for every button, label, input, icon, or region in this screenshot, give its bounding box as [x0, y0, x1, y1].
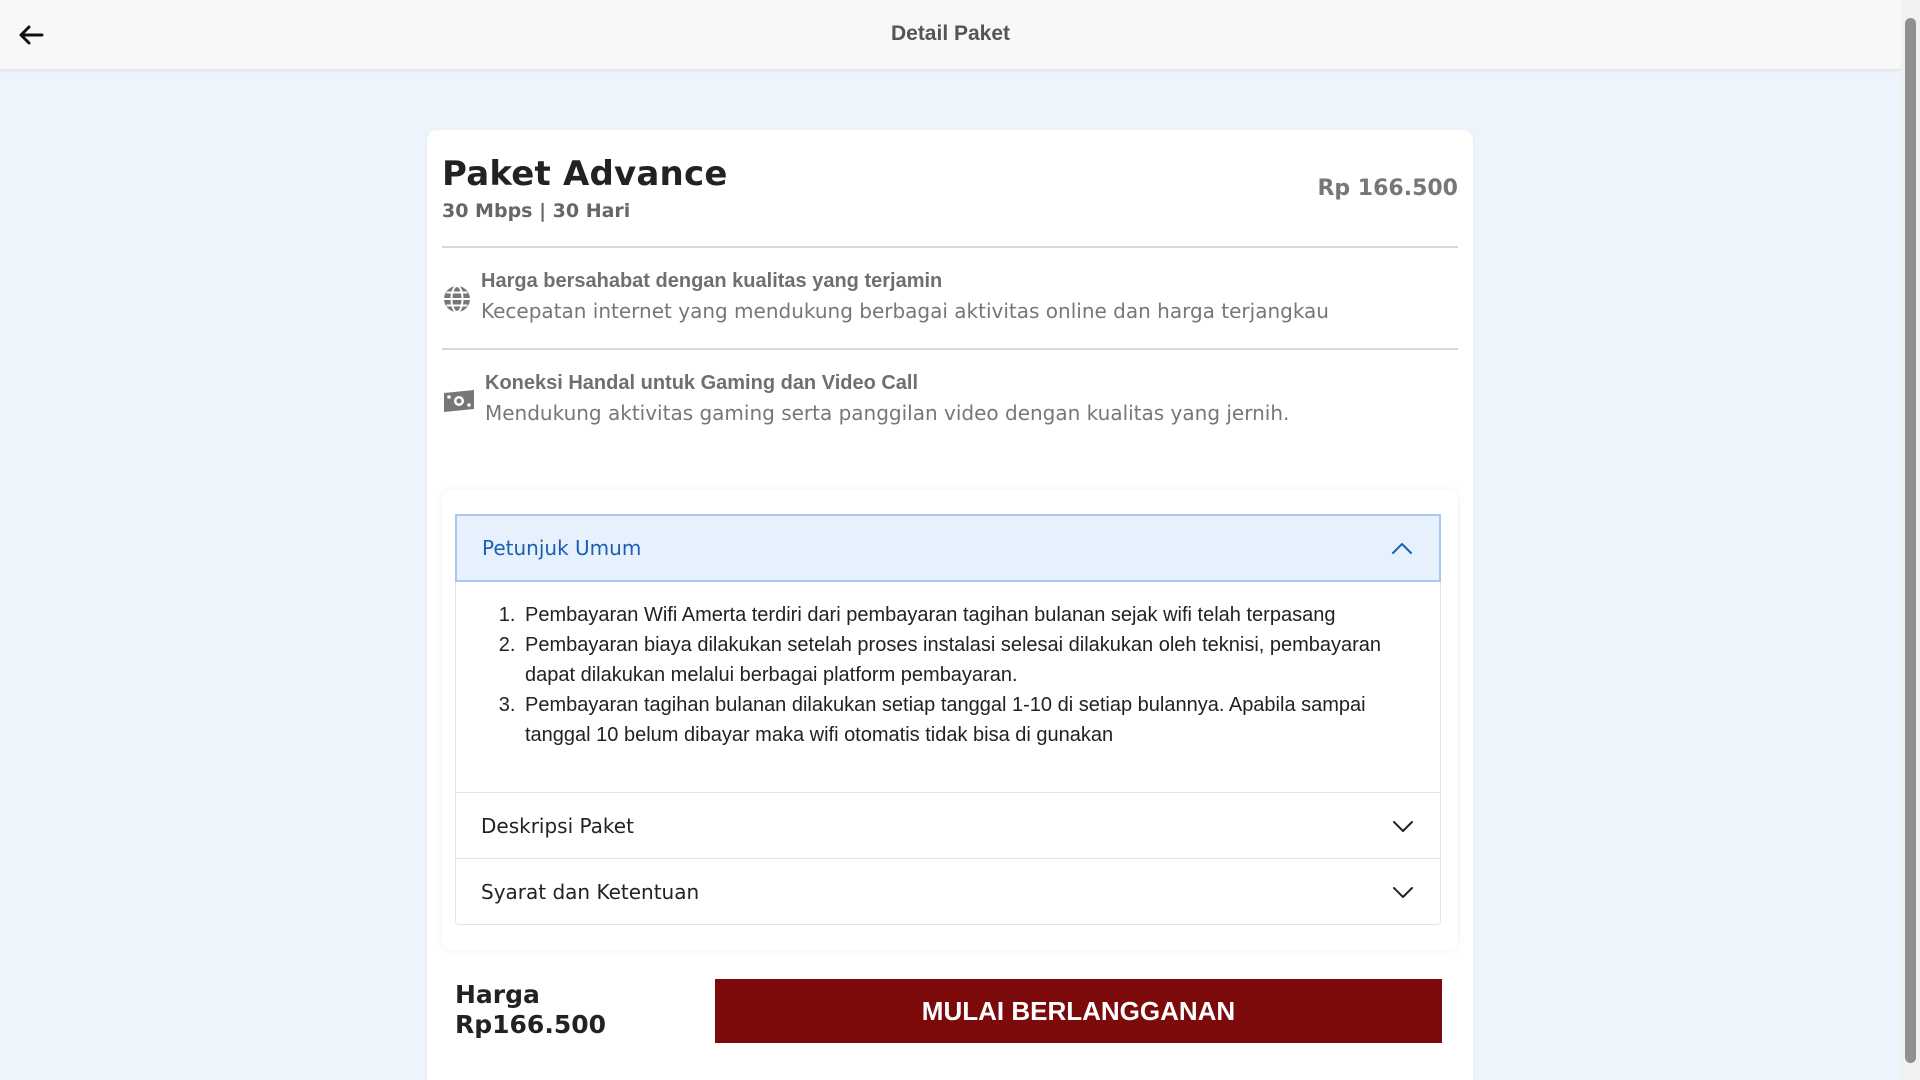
list-item: Pembayaran tagihan bulanan dilakukan set… — [521, 690, 1400, 750]
accordion-header-petunjuk-umum[interactable]: Petunjuk Umum — [455, 514, 1441, 582]
scrollbar-thumb[interactable] — [1905, 18, 1916, 1063]
package-name: Paket Advance — [442, 154, 728, 194]
price-label: Harga — [455, 980, 540, 1009]
package-subtitle: 30 Mbps | 30 Hari — [442, 200, 631, 222]
feature-title: Koneksi Handal untuk Gaming dan Video Ca… — [485, 372, 919, 394]
chevron-down-icon — [1393, 821, 1413, 832]
accordion-header-syarat-dan-ketentuan[interactable]: Syarat dan Ketentuan — [456, 859, 1440, 924]
accordion-body-petunjuk-umum: Pembayaran Wifi Amerta terdiri dari pemb… — [456, 582, 1440, 793]
package-price: Rp 166.500 — [1317, 176, 1458, 201]
globe-icon — [444, 285, 470, 313]
feature-item: Harga bersahabat dengan kualitas yang te… — [442, 270, 1458, 340]
accordion-title: Deskripsi Paket — [481, 813, 634, 838]
footer-price: Harga Rp166.500 — [455, 980, 606, 1040]
feature-title: Harga bersahabat dengan kualitas yang te… — [481, 270, 943, 292]
list-item: Pembayaran Wifi Amerta terdiri dari pemb… — [521, 600, 1400, 630]
instruction-list: Pembayaran Wifi Amerta terdiri dari pemb… — [496, 600, 1400, 750]
package-card: Paket Advance 30 Mbps | 30 Hari Rp 166.5… — [427, 130, 1473, 1080]
divider — [442, 348, 1458, 350]
top-app-bar: Detail Paket — [0, 0, 1901, 70]
price-value: Rp166.500 — [455, 1010, 607, 1039]
scrollbar[interactable] — [1901, 0, 1920, 1080]
accordion-header-deskripsi-paket[interactable]: Deskripsi Paket — [456, 793, 1440, 858]
page-title: Detail Paket — [890, 22, 1011, 45]
feature-description: Mendukung aktivitas gaming serta panggil… — [485, 401, 1290, 425]
divider — [442, 246, 1458, 248]
feature-item: Koneksi Handal untuk Gaming dan Video Ca… — [442, 372, 1458, 442]
chevron-up-icon — [1392, 543, 1412, 554]
list-item: Pembayaran biaya dilakukan setelah prose… — [521, 630, 1400, 690]
feature-description: Kecepatan internet yang mendukung berbag… — [481, 299, 1329, 323]
accordion-panel: Petunjuk Umum Pembayaran Wifi Amerta ter… — [442, 490, 1458, 950]
accordion-title: Syarat dan Ketentuan — [481, 879, 700, 904]
money-icon — [444, 390, 474, 412]
accordion: Petunjuk Umum Pembayaran Wifi Amerta ter… — [455, 514, 1441, 925]
subscribe-button[interactable]: MULAI BERLANGGANAN — [715, 979, 1442, 1043]
accordion-title: Petunjuk Umum — [482, 536, 642, 560]
chevron-down-icon — [1393, 887, 1413, 898]
